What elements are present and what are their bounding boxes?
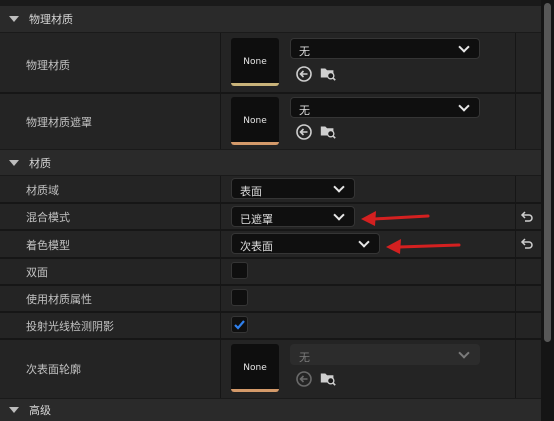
row-material-domain: 材质域 表面 [0, 176, 541, 202]
asset-thumbnail[interactable]: None [231, 38, 279, 86]
phys-mask-combo[interactable]: 无 [290, 97, 480, 118]
chevron-down-icon [333, 181, 345, 193]
scrollbar-thumb[interactable] [544, 3, 551, 342]
section-advanced[interactable]: 高级 [0, 399, 541, 421]
asset-thumbnail[interactable]: None [231, 97, 279, 145]
shading-model-combo[interactable]: 次表面 [231, 233, 380, 254]
subsurface-profile-combo: 无 [290, 344, 480, 365]
section-title: 高级 [29, 404, 51, 417]
row-phys-material: 物理材质 None 无 [0, 33, 541, 92]
row-subsurface-profile: 次表面轮廓 None 无 [0, 340, 541, 398]
chevron-down-icon [358, 236, 370, 248]
row-label: 次表面轮廓 [26, 363, 81, 376]
browse-folder-icon[interactable] [319, 369, 337, 387]
details-panel: 物理材质 物理材质 None 无 物理材质遮罩 None 无 材质 材质域 表面… [0, 0, 541, 421]
use-selected-arrow-icon[interactable] [295, 65, 313, 83]
row-label: 物理材质遮罩 [26, 116, 92, 129]
browse-folder-icon[interactable] [319, 64, 337, 82]
collapse-triangle-icon[interactable] [9, 159, 19, 166]
row-cast-ray-traced-shadows: 投射光线检测阴影 [0, 313, 541, 338]
two-sided-checkbox[interactable] [231, 262, 248, 279]
reset-to-default-icon[interactable] [520, 237, 534, 251]
section-title: 物理材质 [29, 13, 73, 26]
use-selected-arrow-icon [296, 371, 312, 387]
phys-material-combo[interactable]: 无 [290, 38, 480, 59]
annotation-arrow-icon [386, 239, 461, 254]
row-phys-material-mask: 物理材质遮罩 None 无 [0, 94, 541, 149]
section-physical-material[interactable]: 物理材质 [0, 6, 541, 32]
browse-folder-icon[interactable] [319, 122, 337, 140]
row-label: 材质域 [26, 184, 59, 197]
asset-thumbnail[interactable]: None [231, 344, 279, 392]
row-label: 物理材质 [26, 59, 70, 72]
use-material-attributes-checkbox[interactable] [231, 289, 248, 306]
chevron-down-icon [458, 100, 470, 112]
section-title: 材质 [29, 156, 51, 170]
blend-mode-combo[interactable]: 已遮罩 [231, 206, 355, 227]
section-material[interactable]: 材质 [0, 150, 541, 175]
row-label: 着色模型 [26, 239, 70, 252]
checkmark-icon [234, 320, 245, 330]
row-label: 双面 [26, 266, 48, 279]
row-label: 使用材质属性 [26, 293, 92, 306]
use-selected-arrow-icon[interactable] [295, 123, 313, 141]
row-label: 混合模式 [26, 211, 70, 224]
chevron-down-icon [458, 41, 470, 53]
chevron-down-icon [458, 347, 470, 359]
row-use-material-attributes: 使用材质属性 [0, 286, 541, 311]
chevron-down-icon [333, 209, 345, 221]
row-blend-mode: 混合模式 已遮罩 [0, 204, 541, 229]
collapse-triangle-icon[interactable] [9, 407, 19, 413]
annotation-arrow-icon [361, 211, 430, 226]
material-domain-combo[interactable]: 表面 [231, 178, 355, 199]
collapse-triangle-icon[interactable] [9, 16, 19, 22]
cast-ray-traced-shadows-checkbox[interactable] [231, 316, 248, 333]
row-label: 投射光线检测阴影 [26, 320, 114, 333]
row-two-sided: 双面 [0, 259, 541, 284]
reset-to-default-icon[interactable] [520, 210, 534, 224]
